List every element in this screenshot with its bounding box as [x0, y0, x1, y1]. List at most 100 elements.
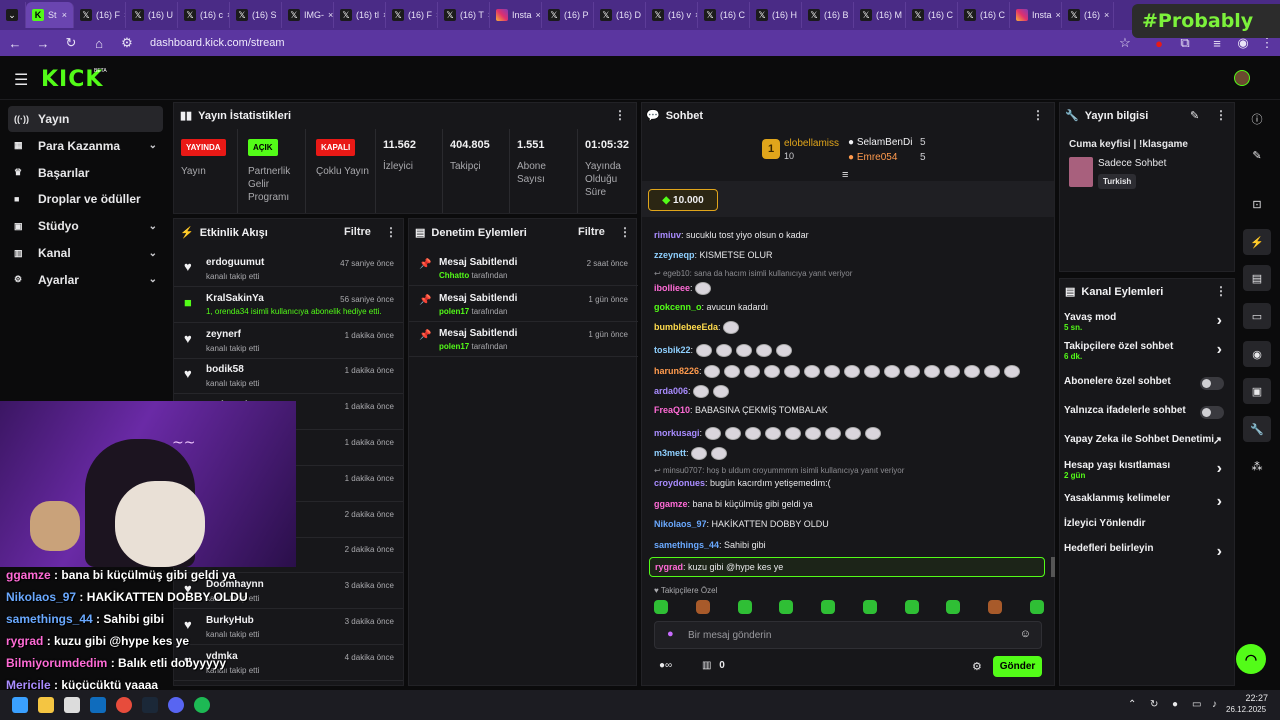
tab-close-icon[interactable]: ×: [1056, 10, 1061, 20]
chat-menu-icon[interactable]: ⋮: [1032, 108, 1044, 122]
browser-tab[interactable]: 𝕏(16) B×: [802, 2, 854, 28]
browser-tab[interactable]: 𝕏(16) S×: [230, 2, 282, 28]
chat-settings-icon[interactable]: ⚙: [972, 660, 982, 673]
microphone-icon[interactable]: ●: [667, 628, 674, 640]
document-icon[interactable]: ▤: [1243, 265, 1271, 291]
chat-message[interactable]: morkusagi:: [654, 427, 885, 440]
chat-message[interactable]: tosbik22:: [654, 344, 796, 357]
chat-username[interactable]: morkusagi: [654, 428, 700, 438]
chat-username[interactable]: bumblebeeEda: [654, 322, 718, 332]
chat-message[interactable]: zzeyneqp: KISMETSE OLUR: [654, 250, 773, 260]
expand-leaderboard-icon[interactable]: ≡: [842, 169, 848, 181]
chat-message[interactable]: arda006:: [654, 385, 733, 398]
chat-username[interactable]: zzeyneqp: [654, 250, 695, 260]
activity-username[interactable]: erdoguumut: [206, 257, 264, 268]
leader-name[interactable]: elobellamiss: [784, 138, 839, 149]
address-bar[interactable]: dashboard.kick.com/stream: [150, 37, 285, 49]
browser-tab[interactable]: 𝕏(16) tl×: [334, 2, 386, 28]
hamburger-menu-icon[interactable]: ☰: [14, 70, 28, 90]
moderation-filter-button[interactable]: Filtre: [578, 226, 605, 238]
sidebar-item-başarılar[interactable]: ♛ Başarılar: [8, 160, 163, 186]
tab-close-icon[interactable]: ×: [1104, 10, 1109, 20]
browser-tab[interactable]: 𝕏(16) F×: [74, 2, 126, 28]
sidebar-item-stüdyo[interactable]: ▣ Stüdyo ⌄: [8, 213, 163, 239]
channel-action-yalnızca-ifadelerle-sohbet[interactable]: Yalnızca ifadelerle sohbet: [1064, 405, 1232, 427]
channel-action-takipçilere-özel-sohbet[interactable]: Takipçilere özel sohbet 6 dk. ›: [1064, 341, 1232, 363]
back-arrow-icon[interactable]: ←: [8, 36, 22, 51]
leader-2-name[interactable]: ● SelamBenDi: [848, 137, 912, 148]
moderator-name[interactable]: Chhatto: [439, 271, 469, 280]
moderator-name[interactable]: polen17: [439, 307, 469, 316]
browser-tab[interactable]: Insta ×: [1010, 2, 1062, 28]
bookmark-star-icon[interactable]: ☆: [1118, 35, 1132, 51]
activity-username[interactable]: bodik58: [206, 364, 244, 375]
tray-volume-icon[interactable]: ♪: [1212, 699, 1217, 710]
chat-username[interactable]: m3mett: [654, 448, 686, 458]
chat-message[interactable]: croydonues: bugün kacırdım yetişemedim:(: [654, 478, 831, 488]
chat-message[interactable]: Nikolaos_97: HAKİKATTEN DOBBY OLDU: [654, 519, 829, 529]
browser-tab[interactable]: 𝕏(16) P×: [542, 2, 594, 28]
browser-tab[interactable]: K St ×: [26, 2, 74, 28]
moderation-row[interactable]: 📌 Mesaj Sabitlendi Chhatto tarafından 2 saa…: [409, 251, 638, 286]
sidebar-item-kanal[interactable]: ▥ Kanal ⌄: [8, 240, 163, 266]
reload-icon[interactable]: ↻: [64, 35, 78, 51]
channel-action-yapay-zeka-ile-sohbet-denetimi[interactable]: Yapay Zeka ile Sohbet Denetimi ↗: [1064, 434, 1232, 456]
sidebar-item-para-kazanma[interactable]: ▦ Para Kazanma ⌄: [8, 133, 163, 159]
chat-message[interactable]: FreaQ10: BABASINA ÇEKMİŞ TOMBALAK: [654, 405, 828, 415]
browser-tab[interactable]: 𝕏(16) D×: [594, 2, 646, 28]
browser-tab[interactable]: 𝕏(16) c×: [178, 2, 230, 28]
calculator-icon[interactable]: [64, 697, 80, 713]
chat-message[interactable]: harun8226:: [654, 365, 1024, 378]
category-name[interactable]: Sadece Sohbet: [1098, 158, 1166, 169]
moderation-menu-icon[interactable]: ⋮: [619, 225, 631, 239]
moderator-name[interactable]: polen17: [439, 342, 469, 351]
stream-info-menu-icon[interactable]: ⋮: [1215, 108, 1227, 122]
language-tag[interactable]: Turkish: [1098, 174, 1137, 189]
tray-chevron-icon[interactable]: ⌃: [1128, 699, 1136, 710]
pencil-icon[interactable]: ✎: [1243, 142, 1271, 168]
browser-tab[interactable]: 𝕏(16) U×: [126, 2, 178, 28]
wrench-icon[interactable]: 🔧: [1243, 416, 1271, 442]
gift-counter[interactable]: ▥ 0: [702, 660, 725, 671]
tray-monitor-icon[interactable]: ▭: [1192, 699, 1201, 710]
moderation-row[interactable]: 📌 Mesaj Sabitlendi polen17 tarafından 1 gün…: [409, 322, 638, 357]
activity-filter-button[interactable]: Filtre: [344, 226, 371, 238]
channel-action-yavaş-mod[interactable]: Yavaş mod 5 sn. ›: [1064, 312, 1232, 334]
home-icon[interactable]: ⌂: [92, 36, 106, 51]
chrome-icon[interactable]: [116, 697, 132, 713]
chat-username[interactable]: ibollieee: [654, 283, 690, 293]
chat-username[interactable]: FreaQ10: [654, 405, 690, 415]
emote-shortcut-icon[interactable]: [779, 600, 794, 614]
browser-tab[interactable]: 𝕏(16) C×: [698, 2, 750, 28]
tab-close-icon[interactable]: ×: [536, 10, 541, 20]
clock-time[interactable]: 22:27: [1236, 693, 1268, 703]
sidebar-item-yayın[interactable]: ((·)) Yayın: [8, 106, 163, 132]
layout-icon[interactable]: ▣: [1243, 378, 1271, 404]
chat-username[interactable]: arda006: [654, 386, 688, 396]
browser-tab[interactable]: 𝕏(16) C×: [906, 2, 958, 28]
activity-menu-icon[interactable]: ⋮: [385, 225, 397, 239]
activity-row[interactable]: ♥ bodik58 kanalı takip etti 1 dakika önce: [174, 358, 403, 395]
sidebar-item-ayarlar[interactable]: ⚙ Ayarlar ⌄: [8, 267, 163, 293]
activity-row[interactable]: ♥ BurkyHub kanalı takip etti 3 dakika önce: [174, 609, 403, 645]
chat-scrollbar[interactable]: [1051, 557, 1055, 577]
discord-icon[interactable]: [168, 697, 184, 713]
activity-row[interactable]: ■ KralSakinYa 1, orenda34 isimli kullanıcı…: [174, 287, 403, 323]
sidebar-item-droplar-ve-ödüller[interactable]: ■ Droplar ve ödüller: [8, 186, 163, 212]
chat-input[interactable]: ● Bir mesaj gönderin ☺: [654, 621, 1042, 649]
broadcast-icon[interactable]: ◉: [1243, 341, 1271, 367]
chat-username[interactable]: gokcenn_o: [654, 302, 702, 312]
emote-shortcut-icon[interactable]: [821, 600, 836, 614]
spotify-icon[interactable]: [194, 697, 210, 713]
browser-tab[interactable]: 𝕏(16) T×: [438, 2, 490, 28]
activity-username[interactable]: zeynerf: [206, 329, 241, 340]
channel-action-yasaklanmış-kelimeler[interactable]: Yasaklanmış kelimeler ›: [1064, 493, 1232, 515]
browser-tab[interactable]: 𝕏(16) H×: [750, 2, 802, 28]
activity-row[interactable]: ♥ erdoguumut kanalı takip etti 47 saniye ön…: [174, 251, 403, 287]
browser-tab[interactable]: 𝕏 (16) ×: [1062, 2, 1114, 28]
chat-username[interactable]: croydonues: [654, 478, 705, 488]
browser-tab[interactable]: 𝕏(16) C×: [958, 2, 1010, 28]
chat-username[interactable]: tosbik22: [654, 345, 691, 355]
chat-username[interactable]: samethings_44: [654, 540, 719, 550]
emote-shortcut-icon[interactable]: [946, 600, 961, 614]
